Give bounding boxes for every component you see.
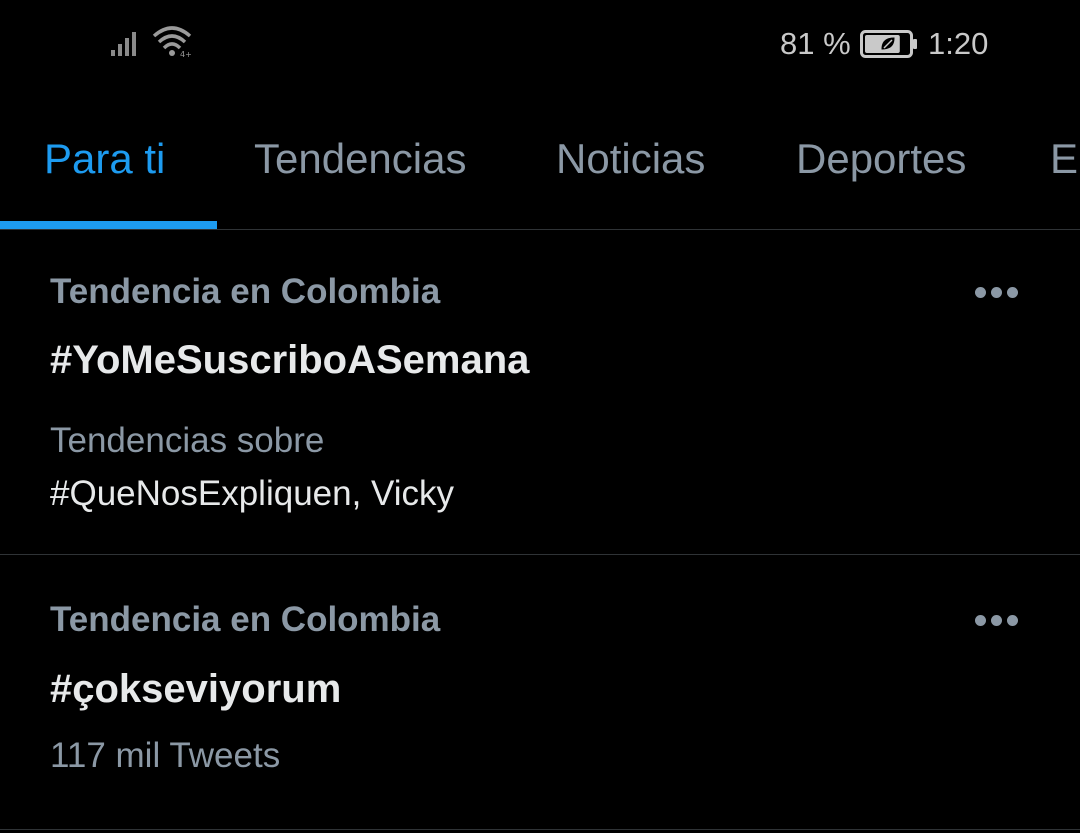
battery-percent: 81 %: [780, 26, 851, 61]
status-bar: 4+ 81 % 1:20: [0, 0, 1080, 90]
trend-item[interactable]: Tendencia en Colombia #çokseviyorum 117 …: [0, 555, 1080, 830]
tab-deportes[interactable]: Deportes: [796, 134, 966, 184]
tab-bar: Para ti Tendencias Noticias Deportes En: [0, 120, 1080, 230]
tab-noticias[interactable]: Noticias: [556, 134, 705, 184]
trend-related-value: #QueNosExpliquen, Vicky: [50, 474, 455, 513]
tab-para-ti[interactable]: Para ti: [44, 134, 165, 184]
more-options-icon[interactable]: [972, 610, 1020, 630]
active-tab-indicator: [0, 221, 217, 229]
trend-tweet-count: 117 mil Tweets: [50, 736, 281, 775]
trend-related-label: Tendencias sobre: [50, 421, 325, 460]
tab-entretenimiento[interactable]: En: [1050, 134, 1080, 184]
tab-tendencias[interactable]: Tendencias: [254, 134, 466, 184]
wifi-icon: 4+: [152, 26, 192, 58]
svg-text:4+: 4+: [180, 50, 192, 58]
more-options-icon[interactable]: [972, 282, 1020, 302]
trend-item[interactable]: Tendencia en Colombia #YoMeSuscriboASema…: [0, 230, 1080, 555]
trend-name[interactable]: #YoMeSuscriboASemana: [50, 336, 529, 384]
trend-name[interactable]: #çokseviyorum: [50, 665, 341, 713]
trend-context: Tendencia en Colombia: [50, 600, 441, 639]
status-time: 1:20: [928, 26, 989, 61]
trend-context: Tendencia en Colombia: [50, 272, 441, 311]
battery-saver-icon: [860, 30, 917, 58]
signal-icon: [111, 32, 136, 56]
